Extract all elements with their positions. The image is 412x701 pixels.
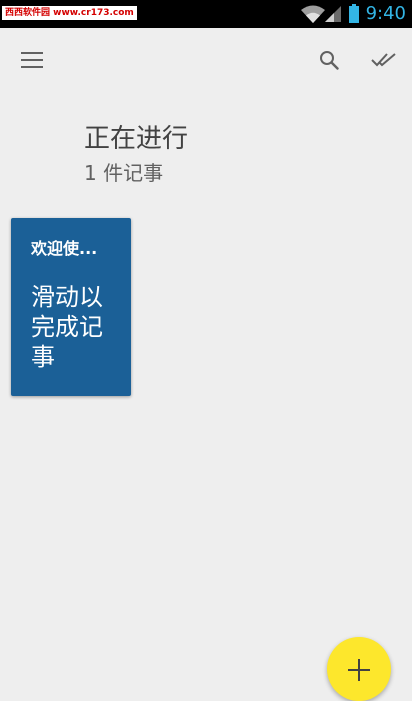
list-header: 正在进行 1 件记事	[84, 122, 188, 188]
note-body: 滑动以完成记事	[31, 283, 103, 371]
note-card[interactable]: 欢迎使... 滑动以完成记事	[11, 218, 131, 396]
signal-icon	[325, 6, 341, 22]
note-title: 欢迎使...	[31, 239, 98, 258]
mark-all-done-button[interactable]	[360, 28, 408, 92]
menu-icon	[21, 52, 43, 68]
clock: 9:40	[365, 3, 406, 24]
status-bar: 西西软件园 www.cr173.com 9:40	[0, 0, 412, 28]
watermark: 西西软件园 www.cr173.com	[2, 6, 137, 20]
wifi-icon	[301, 5, 325, 23]
done-all-icon	[371, 53, 396, 67]
add-icon	[348, 659, 370, 681]
toolbar	[0, 28, 412, 92]
battery-icon	[349, 4, 359, 23]
search-icon	[320, 51, 339, 70]
search-button[interactable]	[305, 28, 353, 92]
note-count: 1 件记事	[84, 161, 164, 185]
menu-button[interactable]	[8, 28, 56, 92]
add-note-button[interactable]	[327, 637, 391, 701]
page-title: 正在进行	[84, 124, 189, 154]
